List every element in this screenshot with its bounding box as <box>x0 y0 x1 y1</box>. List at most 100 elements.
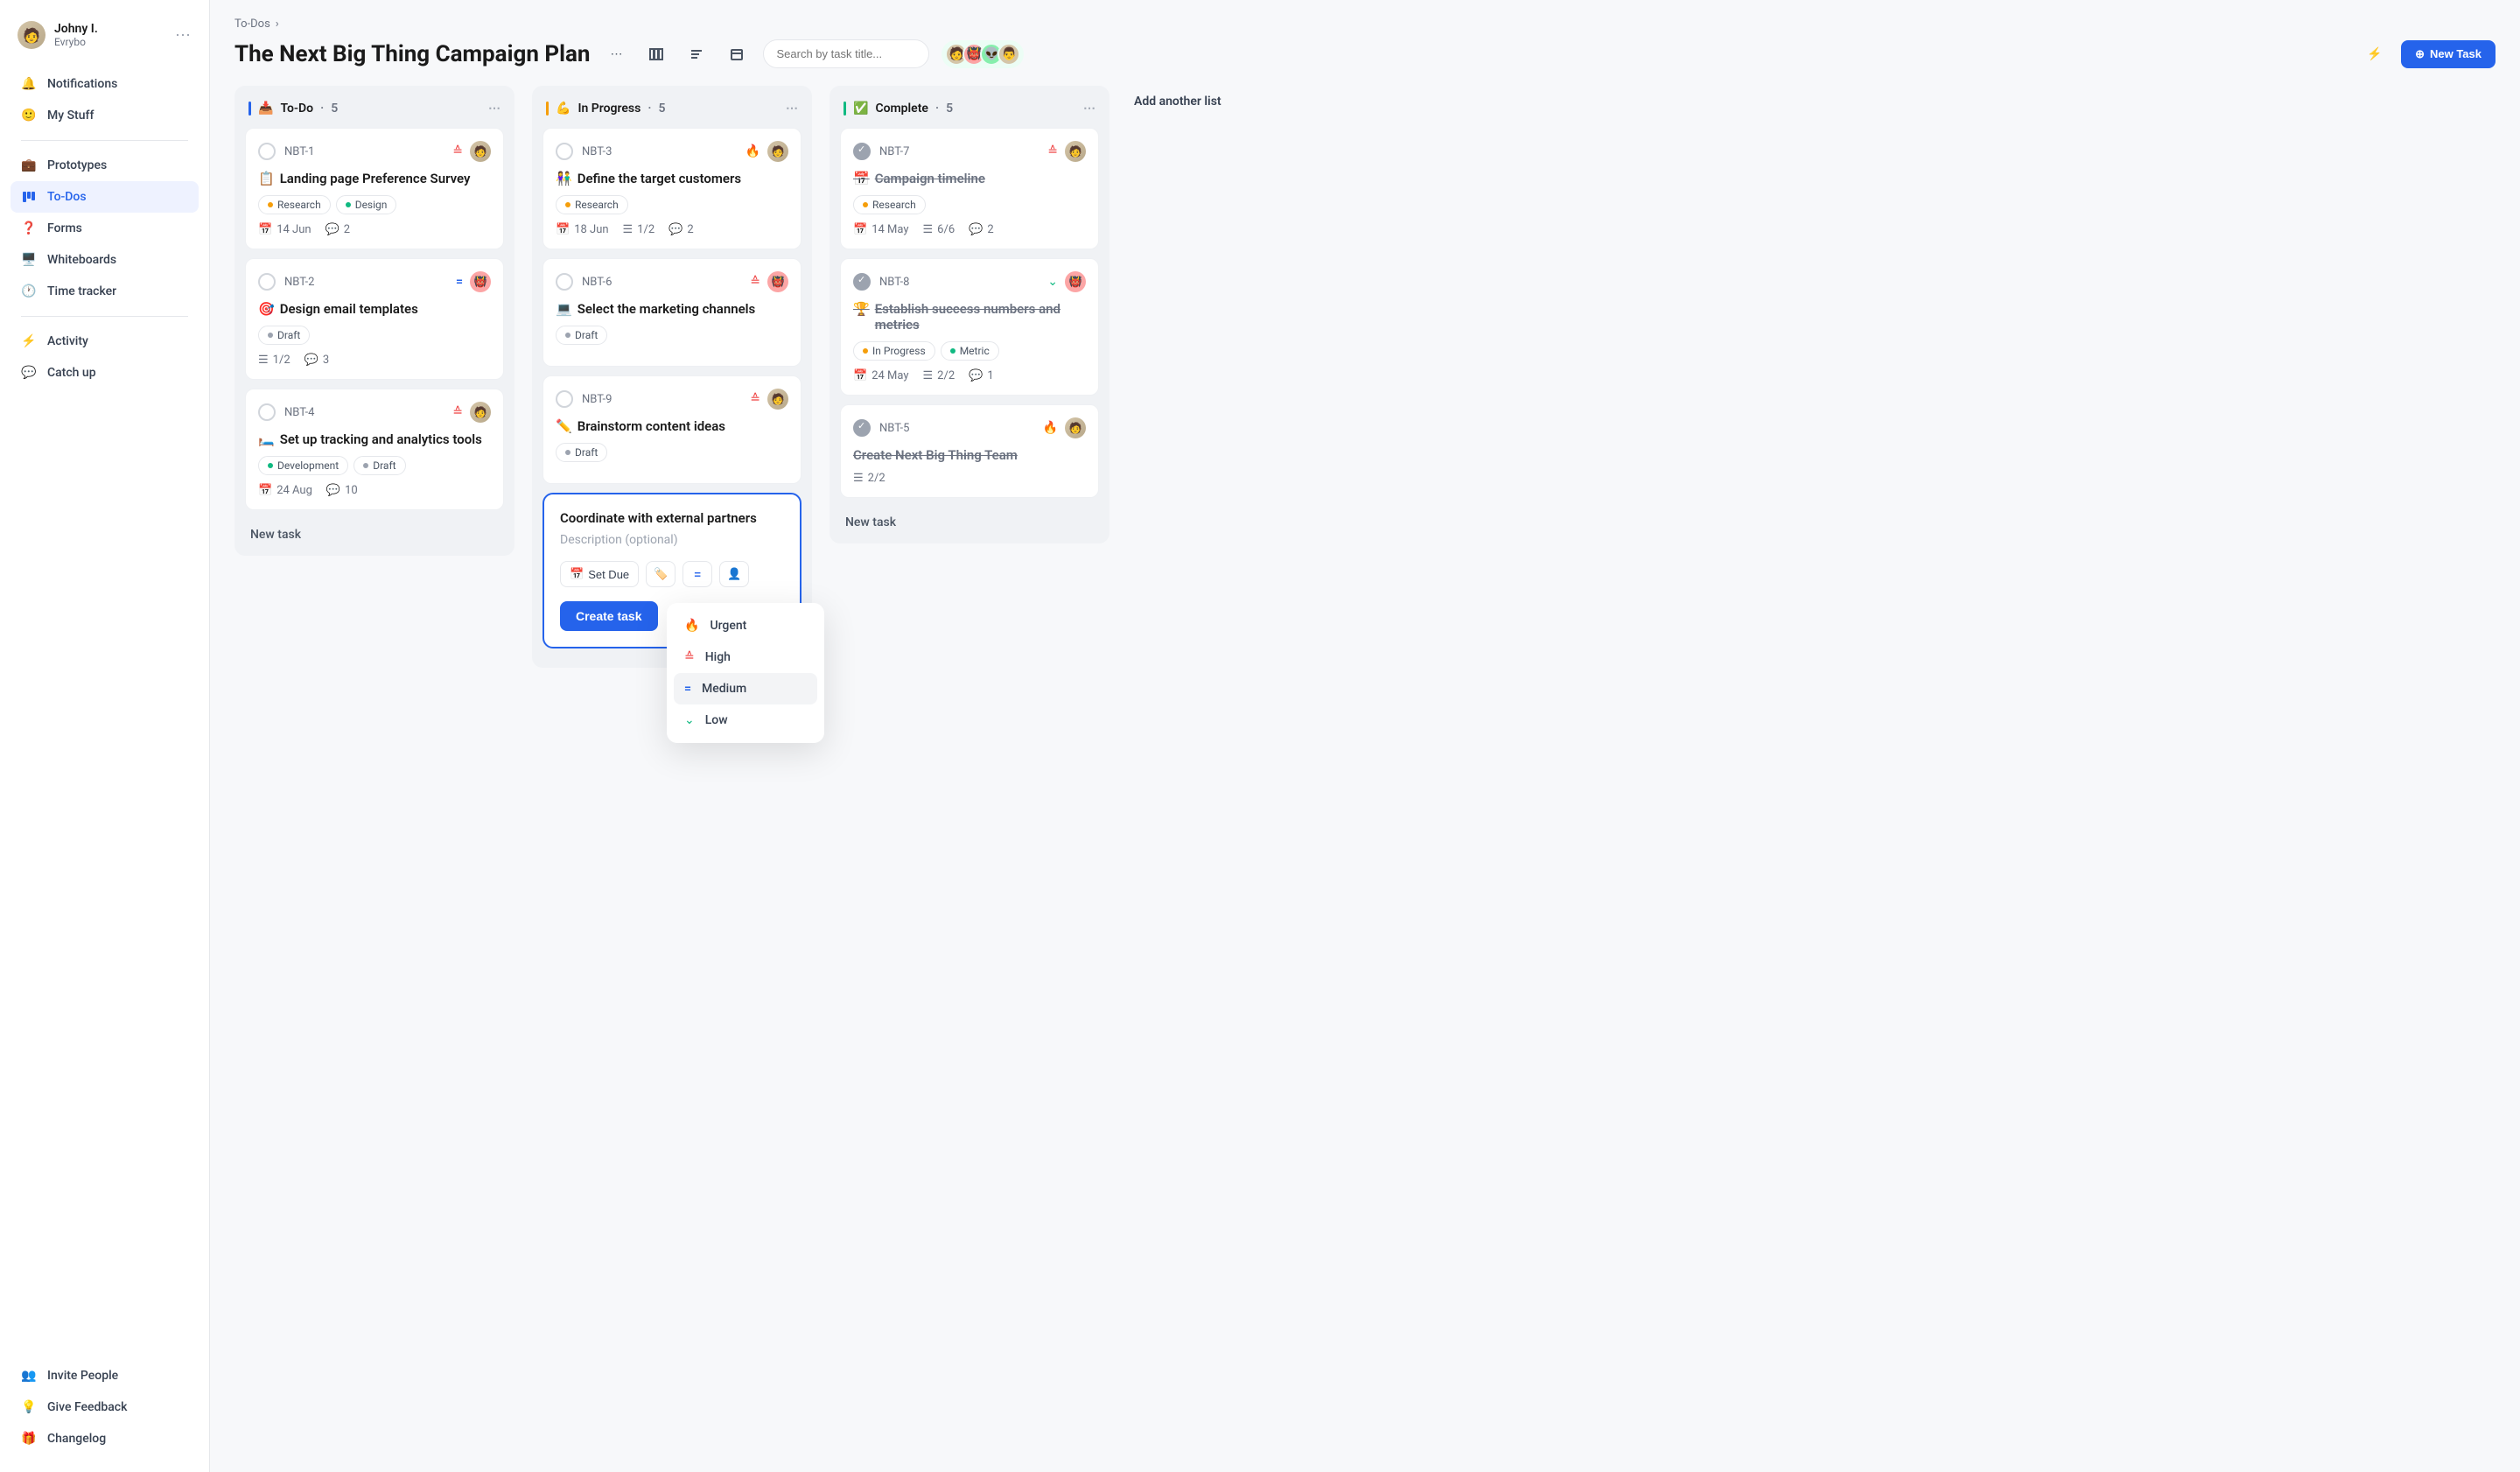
task-emoji: 🛏️ <box>258 431 275 447</box>
complete-checkbox[interactable] <box>258 403 276 421</box>
nav-label: Time tracker <box>47 284 116 298</box>
priority-medium-icon: = <box>456 275 463 289</box>
task-card[interactable]: NBT-3 🔥 🧑 👫 Define the target customers … <box>542 128 802 249</box>
task-id: NBT-7 <box>879 145 909 158</box>
column-emoji: 📥 <box>258 102 273 116</box>
task-id: NBT-6 <box>582 276 612 289</box>
task-card[interactable]: NBT-1 ≙ 🧑 📋 Landing page Preference Surv… <box>245 128 504 249</box>
calendar-view-button[interactable] <box>723 40 751 68</box>
priority-option-medium[interactable]: = Medium <box>674 673 817 704</box>
search-input[interactable] <box>763 39 929 68</box>
column-header: 📥 To-Do · 5 ⋯ <box>245 96 504 128</box>
person-icon: 👤 <box>727 567 741 581</box>
people-icon: 👥 <box>21 1368 37 1384</box>
bell-icon: 🔔 <box>21 76 37 92</box>
set-due-button[interactable]: 📅 Set Due <box>560 561 639 587</box>
priority-high-icon: ≙ <box>1047 144 1058 158</box>
tag: Research <box>258 195 331 214</box>
calendar-icon: 📅 <box>258 223 272 236</box>
comment-icon: 💬 <box>326 223 340 236</box>
new-task-button[interactable]: ⊕ New Task <box>2401 40 2496 68</box>
low-icon: ⌄ <box>684 713 695 727</box>
new-task-description-input[interactable]: Description (optional) <box>560 533 784 547</box>
tag-button[interactable]: 🏷️ <box>646 561 676 587</box>
nav-changelog[interactable]: 🎁 Changelog <box>10 1423 199 1454</box>
task-card[interactable]: NBT-6 ≙ 👹 💻 Select the marketing channel… <box>542 258 802 367</box>
nav-divider <box>21 140 188 141</box>
nav-whiteboards[interactable]: 🖥️ Whiteboards <box>10 244 199 276</box>
assignee-button[interactable]: 👤 <box>719 561 749 587</box>
add-list-button[interactable]: Add another list <box>1127 86 1228 117</box>
nav-catchup[interactable]: 💬 Catch up <box>10 357 199 389</box>
priority-button[interactable]: = <box>682 561 712 587</box>
nav-mystuff[interactable]: 🙂 My Stuff <box>10 100 199 131</box>
nav-invite[interactable]: 👥 Invite People <box>10 1360 199 1391</box>
priority-option-urgent[interactable]: 🔥 Urgent <box>674 610 817 641</box>
new-task-link[interactable]: New task <box>245 519 504 545</box>
user-menu-button[interactable]: ⋯ <box>175 26 192 45</box>
subtask-count: ☰2/2 <box>923 369 956 382</box>
column-bar <box>546 102 549 116</box>
page-title: The Next Big Thing Campaign Plan <box>234 41 590 67</box>
task-id: NBT-1 <box>284 145 314 158</box>
task-card[interactable]: NBT-9 ≙ 🧑 ✏️ Brainstorm content ideas Dr… <box>542 375 802 484</box>
high-icon: ≙ <box>684 650 695 664</box>
create-task-button[interactable]: Create task <box>560 601 658 631</box>
complete-checkbox[interactable] <box>853 143 871 160</box>
task-title: ✏️ Brainstorm content ideas <box>556 418 788 434</box>
nav-timetracker[interactable]: 🕐 Time tracker <box>10 276 199 307</box>
collaborator-avatars[interactable]: 🧑 👹 👽 👨 <box>942 40 1024 68</box>
nav-label: Prototypes <box>47 158 107 172</box>
breadcrumb[interactable]: To-Dos › <box>234 18 2496 31</box>
column-bar <box>248 102 251 116</box>
nav-feedback[interactable]: 💡 Give Feedback <box>10 1391 199 1423</box>
board-view-button[interactable] <box>642 40 670 68</box>
nav-forms[interactable]: ❓ Forms <box>10 213 199 244</box>
complete-checkbox[interactable] <box>556 143 573 160</box>
user-org: Evrybo <box>54 36 166 48</box>
task-card[interactable]: NBT-7 ≙ 🧑 📅 Campaign timeline Research <box>840 128 1099 249</box>
priority-high-icon: ≙ <box>452 405 463 419</box>
bolt-icon: ⚡ <box>21 333 37 349</box>
list-view-button[interactable] <box>682 40 710 68</box>
complete-checkbox[interactable] <box>556 390 573 408</box>
priority-option-low[interactable]: ⌄ Low <box>674 704 817 736</box>
column-emoji: 💪 <box>556 102 570 116</box>
complete-checkbox[interactable] <box>853 419 871 437</box>
complete-checkbox[interactable] <box>258 273 276 291</box>
nav-prototypes[interactable]: 💼 Prototypes <box>10 150 199 181</box>
complete-checkbox[interactable] <box>853 273 871 291</box>
task-card[interactable]: NBT-8 ⌄ 👹 🏆 Establish success numbers an… <box>840 258 1099 396</box>
task-card[interactable]: NBT-5 🔥 🧑 Create Next Big Thing Team ☰2/… <box>840 404 1099 498</box>
tag: In Progress <box>853 341 935 361</box>
column-count-separator: · <box>320 102 324 116</box>
task-emoji: 🏆 <box>853 301 870 333</box>
nav-activity[interactable]: ⚡ Activity <box>10 326 199 357</box>
automation-button[interactable]: ⚡ <box>2361 40 2389 68</box>
question-icon: ❓ <box>21 221 37 236</box>
column-menu-button[interactable]: ⋯ <box>1083 102 1096 116</box>
priority-high-icon: ≙ <box>750 392 760 406</box>
nav-todos[interactable]: To-Dos <box>10 181 199 213</box>
new-task-link[interactable]: New task <box>840 507 1099 533</box>
user-profile[interactable]: 🧑 Johny I. Evrybo ⋯ <box>10 18 199 53</box>
column-menu-button[interactable]: ⋯ <box>786 102 798 116</box>
comment-icon: 💬 <box>668 223 682 236</box>
priority-label: High <box>705 650 731 664</box>
title-more-button[interactable]: ⋯ <box>602 40 630 68</box>
priority-urgent-icon: 🔥 <box>1043 421 1058 435</box>
column-menu-button[interactable]: ⋯ <box>488 102 500 116</box>
task-card[interactable]: NBT-2 = 👹 🎯 Design email templates Draft <box>245 258 504 380</box>
priority-option-high[interactable]: ≙ High <box>674 641 817 673</box>
nav-label: Activity <box>47 334 88 348</box>
nav-label: My Stuff <box>47 109 94 123</box>
nav-notifications[interactable]: 🔔 Notifications <box>10 68 199 100</box>
subtask-count: ☰1/2 <box>623 223 655 236</box>
tag: Metric <box>941 341 999 361</box>
new-task-title-input[interactable]: Coordinate with external partners <box>560 510 784 526</box>
tag: Research <box>556 195 628 214</box>
task-card[interactable]: NBT-4 ≙ 🧑 🛏️ Set up tracking and analyti… <box>245 389 504 510</box>
complete-checkbox[interactable] <box>258 143 276 160</box>
task-title: 🎯 Design email templates <box>258 301 491 317</box>
complete-checkbox[interactable] <box>556 273 573 291</box>
